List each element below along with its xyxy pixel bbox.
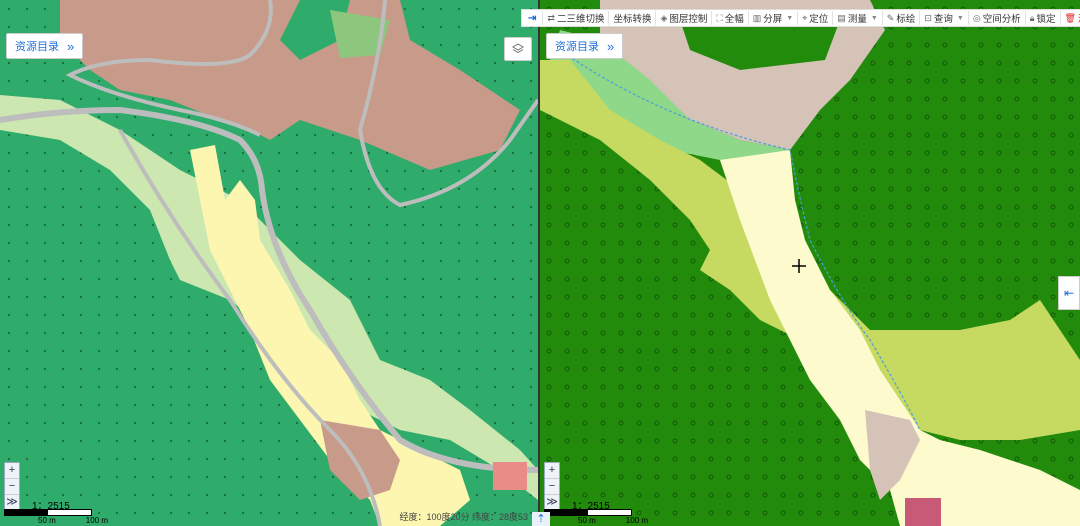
right-map-pane[interactable]: 资源目录 » + − ≫ 1：2515 50 m 100 m ⇤: [540, 0, 1080, 526]
lock-button[interactable]: 🔒︎ 锁定: [1026, 11, 1061, 25]
chevron-right-icon: »: [607, 38, 615, 54]
spatial-analysis-button[interactable]: ◎ 空间分析: [969, 11, 1026, 25]
switch-label: 二三维切换: [556, 14, 605, 25]
chevron-right-icon: »: [67, 38, 75, 54]
locate-label: 定位: [809, 14, 829, 25]
zoom-control-left[interactable]: + − ≫: [4, 462, 20, 512]
fullscreen-icon: ⛶: [716, 12, 723, 23]
chevron-down-icon: ▼: [956, 14, 964, 22]
layers-button[interactable]: [504, 37, 532, 61]
hatched-parcel: [905, 498, 941, 526]
layer-label: 图层控制: [669, 14, 708, 25]
switch-2d3d-button[interactable]: ⇄ 二三维切换: [543, 11, 610, 25]
chevron-down-icon: ▼: [870, 14, 878, 22]
catalog-button-left[interactable]: 资源目录 »: [6, 33, 84, 59]
analysis-icon: ◎: [972, 12, 981, 23]
coordinate-readout: 经度：100度20分 纬度：28度53: [399, 512, 528, 522]
split-screen-button[interactable]: ▥ 分屏 ▼: [749, 11, 799, 25]
fullscreen-label: 全幅: [724, 14, 744, 25]
scale-label-50: 50 m: [38, 516, 56, 525]
left-map-pane[interactable]: 资源目录 » + − ≫ 1：2515 50 m 100 m 经度：100度20…: [0, 0, 538, 526]
left-map-canvas[interactable]: [0, 0, 538, 526]
scale-label-100: 100 m: [625, 516, 648, 525]
scale-bar: [4, 509, 92, 516]
query-label: 查询: [933, 14, 953, 25]
zoom-control-right[interactable]: + − ≫: [544, 462, 560, 512]
layer-control-button[interactable]: ◈ 图层控制: [656, 11, 713, 25]
scale-label-50: 50 m: [578, 516, 596, 525]
plot-button[interactable]: ✎ 标绘: [883, 11, 921, 25]
hatched-parcel: [493, 462, 527, 490]
locate-button[interactable]: ⌖ 定位: [798, 11, 834, 25]
fullscreen-button[interactable]: ⛶ 全幅: [712, 11, 749, 25]
clear-icon: 🗑︎: [1064, 12, 1076, 23]
measure-button[interactable]: ▤ 测量 ▼: [833, 11, 883, 25]
query-button[interactable]: ⊡ 查询 ▼: [920, 11, 969, 25]
layer-icon: ◈: [660, 12, 668, 23]
clear-button[interactable]: 🗑︎ 清除: [1061, 11, 1080, 26]
scale-labels: 50 m 100 m: [38, 516, 108, 525]
query-icon: ⊡: [924, 12, 932, 23]
lock-label: 锁定: [1036, 14, 1056, 25]
split-label: 分屏: [763, 14, 783, 25]
side-panel-toggle[interactable]: ⇤: [1058, 276, 1080, 310]
zoom-in-button[interactable]: +: [545, 463, 559, 479]
map-toolbar: ⇥ ⇄ 二三维切换 坐标转换 ◈ 图层控制 ⛶ 全幅 ▥ 分屏 ▼ ⌖ 定位 ▤…: [521, 9, 1080, 27]
plot-icon: ✎: [886, 12, 895, 23]
chevron-down-icon: ▼: [786, 14, 794, 22]
zoom-out-button[interactable]: −: [5, 479, 19, 495]
layers-icon: [512, 43, 524, 54]
catalog-label: 资源目录: [15, 41, 59, 53]
measure-label: 测量: [847, 14, 867, 25]
measure-icon: ▤: [837, 12, 846, 23]
analysis-label: 空间分析: [982, 14, 1021, 25]
switch-icon: ⇄: [547, 12, 555, 23]
zoom-in-button[interactable]: +: [5, 463, 19, 479]
scale-bar: [544, 509, 632, 516]
locate-icon: ⌖: [802, 12, 808, 23]
catalog-button-right[interactable]: 资源目录 »: [546, 33, 624, 59]
coordinate-label: 坐标转换: [613, 14, 652, 25]
expand-panel-button[interactable]: ⇡: [532, 512, 550, 526]
plot-label: 标绘: [896, 14, 916, 25]
catalog-label: 资源目录: [555, 41, 599, 53]
zoom-out-button[interactable]: −: [545, 479, 559, 495]
scale-label-100: 100 m: [85, 516, 108, 525]
toolbar-collapse-button[interactable]: ⇥: [522, 11, 544, 25]
lock-icon: 🔒︎: [1029, 12, 1035, 23]
right-map-canvas[interactable]: [540, 0, 1080, 526]
scale-labels: 50 m 100 m: [578, 516, 648, 525]
coordinate-transform-button[interactable]: 坐标转换: [609, 11, 657, 25]
split-icon: ▥: [752, 12, 762, 23]
